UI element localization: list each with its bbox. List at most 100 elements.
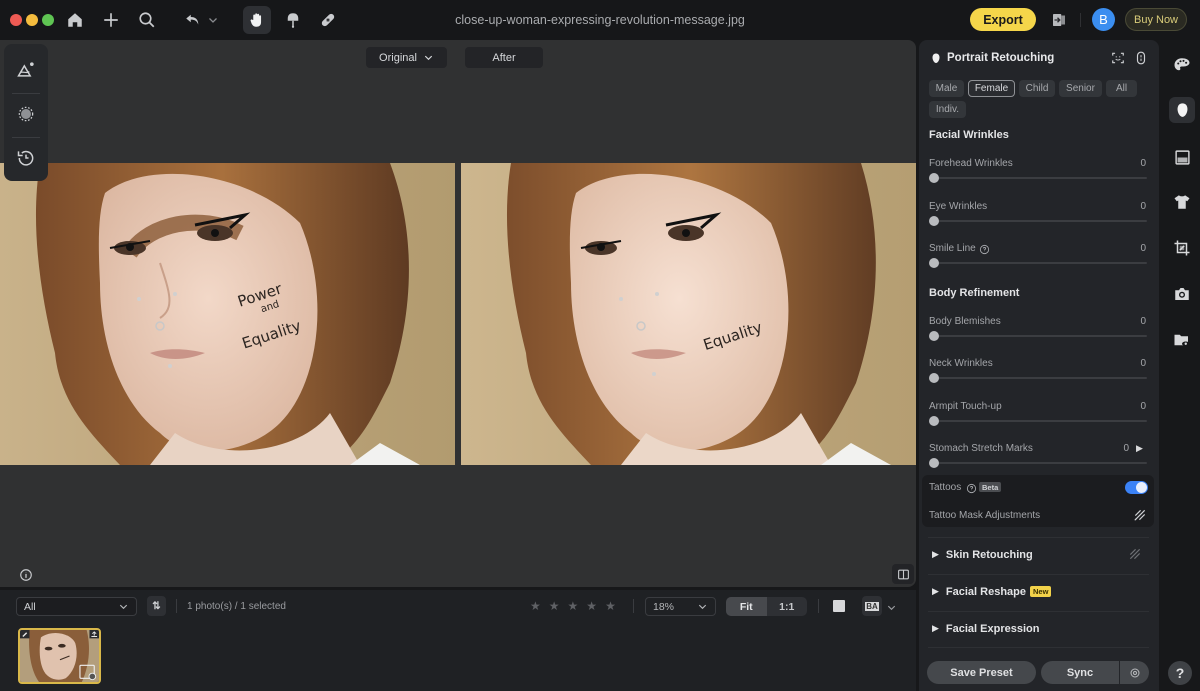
photo-count: 1 photo(s) / 1 selected bbox=[187, 601, 286, 612]
sign-in-icon[interactable] bbox=[1047, 8, 1071, 32]
original-view-label: Original bbox=[379, 51, 417, 64]
filter-icon[interactable] bbox=[1169, 144, 1195, 170]
divider bbox=[1080, 13, 1081, 27]
portrait-icon[interactable] bbox=[1169, 97, 1195, 123]
before-after-view-button[interactable]: BA bbox=[862, 596, 882, 616]
search-icon[interactable] bbox=[135, 8, 159, 32]
camera-icon[interactable] bbox=[1169, 281, 1195, 307]
zoom-level-dropdown[interactable]: 18% bbox=[645, 597, 716, 616]
chip-senior[interactable]: Senior bbox=[1059, 80, 1102, 97]
mask-brush-icon[interactable] bbox=[1128, 547, 1142, 566]
slider-handle[interactable] bbox=[929, 416, 939, 426]
smile-line-slider[interactable] bbox=[929, 258, 1147, 268]
fit-button[interactable]: Fit bbox=[726, 597, 767, 616]
one-to-one-button[interactable]: 1:1 bbox=[767, 597, 808, 616]
neck-wrinkles-value: 0 bbox=[1140, 358, 1146, 369]
slider-handle[interactable] bbox=[929, 173, 939, 183]
app-window: close-up-woman-expressing-revolution-mes… bbox=[0, 0, 1200, 691]
chip-child[interactable]: Child bbox=[1019, 80, 1055, 97]
ai-adjust-icon[interactable] bbox=[4, 48, 48, 92]
chip-individual[interactable]: Indiv. bbox=[929, 101, 966, 118]
info-icon[interactable] bbox=[19, 568, 33, 587]
star-icon[interactable]: ★ bbox=[568, 599, 579, 613]
slider-handle[interactable] bbox=[929, 331, 939, 341]
clothing-icon[interactable] bbox=[1169, 189, 1195, 215]
tattoos-toggle[interactable] bbox=[1125, 481, 1148, 494]
facial-reshape-label: Facial Reshape bbox=[945, 585, 1027, 598]
star-rating[interactable]: ★ ★ ★ ★ ★ bbox=[530, 599, 616, 613]
star-icon[interactable]: ★ bbox=[530, 599, 541, 613]
divider bbox=[176, 599, 177, 613]
chip-all[interactable]: All bbox=[1106, 80, 1137, 97]
slider-handle[interactable] bbox=[929, 458, 939, 468]
single-view-icon[interactable] bbox=[833, 600, 845, 612]
original-view-dropdown[interactable]: Original bbox=[366, 47, 447, 68]
title-bar: close-up-woman-expressing-revolution-mes… bbox=[0, 0, 1200, 40]
sync-button[interactable]: Sync bbox=[1041, 661, 1119, 684]
photo-thumbnail[interactable] bbox=[18, 628, 101, 684]
star-icon[interactable]: ★ bbox=[586, 599, 597, 613]
expand-triangle-icon: ▶ bbox=[932, 623, 939, 633]
add-icon[interactable] bbox=[99, 8, 123, 32]
palette-icon[interactable] bbox=[1169, 52, 1195, 78]
hand-icon[interactable] bbox=[243, 6, 271, 34]
chip-male[interactable]: Male bbox=[929, 80, 964, 97]
after-photo[interactable]: Equality bbox=[461, 163, 916, 465]
chip-female[interactable]: Female bbox=[968, 80, 1015, 97]
after-view-button[interactable]: After bbox=[465, 47, 543, 68]
body-blemishes-label: Body Blemishes bbox=[929, 316, 1001, 327]
slider-handle[interactable] bbox=[929, 373, 939, 383]
folder-preview-icon[interactable] bbox=[1169, 327, 1195, 353]
sort-button[interactable]: ⇅ bbox=[147, 596, 166, 616]
help-circle-icon[interactable] bbox=[966, 481, 977, 499]
slider-handle[interactable] bbox=[929, 258, 939, 268]
bandage-icon[interactable] bbox=[316, 8, 340, 32]
mask-icon[interactable] bbox=[4, 92, 48, 136]
sync-settings-icon[interactable] bbox=[1120, 661, 1149, 684]
help-circle-icon[interactable] bbox=[979, 242, 990, 260]
star-icon[interactable]: ★ bbox=[549, 599, 560, 613]
facial-expression-section[interactable]: ▶ Facial Expression bbox=[928, 611, 1149, 645]
export-button[interactable]: Export bbox=[970, 8, 1036, 31]
smile-line-value: 0 bbox=[1140, 243, 1146, 254]
chevron-down-icon bbox=[698, 604, 707, 610]
photo-filter-value: All bbox=[24, 600, 36, 613]
buy-now-button[interactable]: Buy Now bbox=[1125, 8, 1187, 31]
minimize-window-button[interactable] bbox=[26, 14, 38, 26]
undo-history-chevron-icon[interactable] bbox=[205, 8, 221, 32]
armpit-touchup-slider[interactable] bbox=[929, 416, 1147, 426]
mask-brush-icon[interactable] bbox=[1133, 508, 1147, 527]
skin-retouching-section[interactable]: ▶ Skin Retouching bbox=[928, 537, 1149, 571]
body-blemishes-slider[interactable] bbox=[929, 331, 1147, 341]
expand-triangle-icon: ▶ bbox=[932, 586, 939, 596]
play-triangle-icon[interactable]: ▶ bbox=[1136, 443, 1143, 454]
before-after-icon: BA bbox=[865, 601, 879, 611]
eye-wrinkles-slider[interactable] bbox=[929, 216, 1147, 226]
neck-wrinkles-slider[interactable] bbox=[929, 373, 1147, 383]
home-icon[interactable] bbox=[63, 8, 87, 32]
brush-icon[interactable] bbox=[281, 8, 305, 32]
forehead-wrinkles-slider[interactable] bbox=[929, 173, 1147, 183]
help-button[interactable]: ? bbox=[1168, 661, 1192, 685]
close-window-button[interactable] bbox=[10, 14, 22, 26]
stomach-stretch-marks-slider[interactable] bbox=[929, 458, 1147, 468]
chevron-down-icon bbox=[119, 604, 128, 610]
star-icon[interactable]: ★ bbox=[605, 599, 616, 613]
undo-icon[interactable] bbox=[181, 8, 205, 32]
split-compare-icon[interactable] bbox=[892, 564, 914, 584]
avatar[interactable]: B bbox=[1092, 8, 1115, 31]
new-badge: New bbox=[1030, 586, 1052, 597]
maximize-window-button[interactable] bbox=[42, 14, 54, 26]
face-detect-icon[interactable] bbox=[1111, 51, 1125, 70]
tattoos-label: Tattoos bbox=[929, 482, 962, 493]
crop-icon[interactable] bbox=[1169, 235, 1195, 261]
view-mode-chevron-icon[interactable] bbox=[886, 600, 897, 618]
zoom-mode-toggle: Fit 1:1 bbox=[726, 597, 807, 616]
history-icon[interactable] bbox=[4, 136, 48, 180]
facial-reshape-section[interactable]: ▶ Facial Reshape New bbox=[928, 574, 1149, 608]
body-select-icon[interactable] bbox=[1134, 51, 1148, 70]
photo-filter-dropdown[interactable]: All bbox=[16, 597, 137, 616]
save-preset-button[interactable]: Save Preset bbox=[927, 661, 1036, 684]
before-photo[interactable]: Power and Equality bbox=[0, 163, 455, 465]
slider-handle[interactable] bbox=[929, 216, 939, 226]
